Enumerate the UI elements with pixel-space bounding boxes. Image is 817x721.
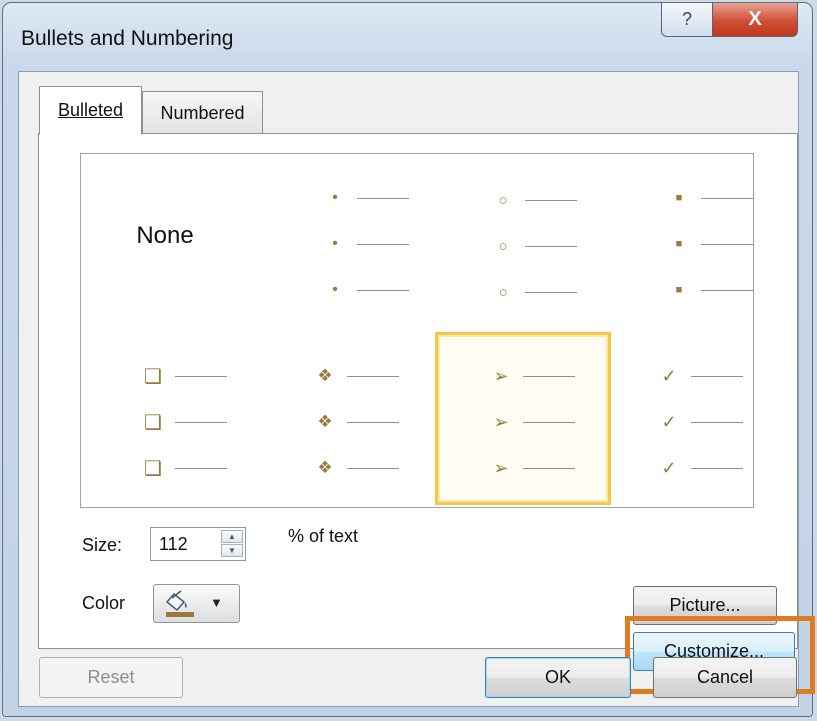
size-suffix-label: % of text <box>288 526 359 546</box>
dialog-title: Bullets and Numbering <box>21 27 234 50</box>
color-dropdown[interactable]: ▼ <box>153 584 240 623</box>
hollow-circle-bullet-icon: ○ <box>498 237 508 255</box>
placeholder-line <box>347 467 399 469</box>
placeholder-line <box>175 467 227 469</box>
filled-square-bullet-icon: ■ <box>675 192 683 204</box>
placeholder-line <box>347 421 399 423</box>
placeholder-line <box>525 245 577 247</box>
help-icon: ? <box>681 9 692 29</box>
arrowhead-bullet-icon: ➢ <box>493 457 509 478</box>
color-label: Color <box>82 593 126 613</box>
tab-bulleted-label: Bulleted <box>57 100 124 120</box>
placeholder-line <box>691 467 743 469</box>
small-dot-bullet-icon: • <box>332 189 338 206</box>
placeholder-line <box>525 291 577 293</box>
close-icon: X <box>748 8 762 30</box>
reset-button[interactable]: Reset <box>39 657 183 698</box>
bullet-style-small-dot[interactable]: • • • <box>249 154 417 324</box>
bullet-style-checkmark[interactable]: ✓ ✓ ✓ <box>585 334 753 504</box>
placeholder-line <box>691 375 743 377</box>
none-label: None <box>136 222 194 249</box>
placeholder-line <box>701 289 753 291</box>
placeholder-line <box>347 375 399 377</box>
small-dot-bullet-icon: • <box>332 235 338 252</box>
size-input[interactable] <box>151 528 219 560</box>
placeholder-line <box>525 199 577 201</box>
small-dot-bullet-icon: • <box>332 281 338 298</box>
checkmark-bullet-icon: ✓ <box>661 411 677 432</box>
help-button[interactable]: ? <box>661 3 713 37</box>
spin-down-icon[interactable]: ▼ <box>221 544 243 557</box>
tab-numbered-label: Numbered <box>160 102 245 123</box>
checkmark-bullet-icon: ✓ <box>661 365 677 386</box>
size-label: Size: <box>82 535 123 555</box>
placeholder-line <box>691 421 743 423</box>
four-diamond-bullet-icon: ❖ <box>317 458 333 477</box>
bullet-style-gallery: None • • • ○ ○ ○ ■ ■ ■ ❑ ❑ ❑ ❖ ❖ ❖ ➢ ➢ ➢… <box>80 153 754 508</box>
placeholder-line <box>701 243 753 245</box>
bullet-style-hollow-circle[interactable]: ○ ○ ○ <box>417 154 585 324</box>
placeholder-line <box>175 421 227 423</box>
placeholder-line <box>357 243 409 245</box>
bulleted-tab-panel: None • • • ○ ○ ○ ■ ■ ■ ❑ ❑ ❑ ❖ ❖ ❖ ➢ ➢ ➢… <box>38 133 815 695</box>
placeholder-line <box>701 197 753 199</box>
paint-bucket-icon <box>165 590 194 617</box>
chevron-down-icon: ▼ <box>210 595 223 610</box>
arrowhead-bullet-icon: ➢ <box>493 411 509 432</box>
tab-bulleted[interactable]: Bulleted <box>39 86 142 135</box>
bullets-and-numbering-dialog: Bullets and Numbering ? X Bulleted Numbe… <box>2 2 815 717</box>
close-button[interactable]: X <box>712 3 798 37</box>
bullet-style-four-diamond[interactable]: ❖ ❖ ❖ <box>249 334 417 504</box>
placeholder-line <box>523 375 575 377</box>
size-spin-buttons: ▲ ▼ <box>221 530 243 558</box>
filled-square-bullet-icon: ■ <box>675 284 683 296</box>
dialog-body: Bulleted Numbered None • • • ○ ○ ○ ■ ■ ■… <box>18 71 815 707</box>
placeholder-line <box>523 421 575 423</box>
checkmark-bullet-icon: ✓ <box>661 457 677 478</box>
filled-square-bullet-icon: ■ <box>675 238 683 250</box>
size-spinner[interactable]: ▲ ▼ <box>150 527 246 561</box>
tab-numbered[interactable]: Numbered <box>142 91 263 134</box>
bullet-style-hollow-square[interactable]: ❑ ❑ ❑ <box>81 334 249 504</box>
placeholder-line <box>175 375 227 377</box>
arrowhead-bullet-icon: ➢ <box>493 365 509 386</box>
hollow-circle-bullet-icon: ○ <box>498 283 508 301</box>
spin-up-icon[interactable]: ▲ <box>221 530 243 543</box>
bullet-style-filled-square[interactable]: ■ ■ ■ <box>585 154 753 324</box>
four-diamond-bullet-icon: ❖ <box>317 412 333 431</box>
placeholder-line <box>523 467 575 469</box>
four-diamond-bullet-icon: ❖ <box>317 366 333 385</box>
placeholder-line <box>357 197 409 199</box>
bullet-style-none[interactable]: None <box>81 154 249 324</box>
cancel-button[interactable]: Cancel <box>653 657 797 698</box>
ok-button[interactable]: OK <box>485 657 631 698</box>
placeholder-line <box>357 289 409 291</box>
hollow-square-bullet-icon: ❑ <box>144 411 162 434</box>
hollow-square-bullet-icon: ❑ <box>144 365 162 388</box>
hollow-circle-bullet-icon: ○ <box>498 191 508 209</box>
hollow-square-bullet-icon: ❑ <box>144 457 162 480</box>
